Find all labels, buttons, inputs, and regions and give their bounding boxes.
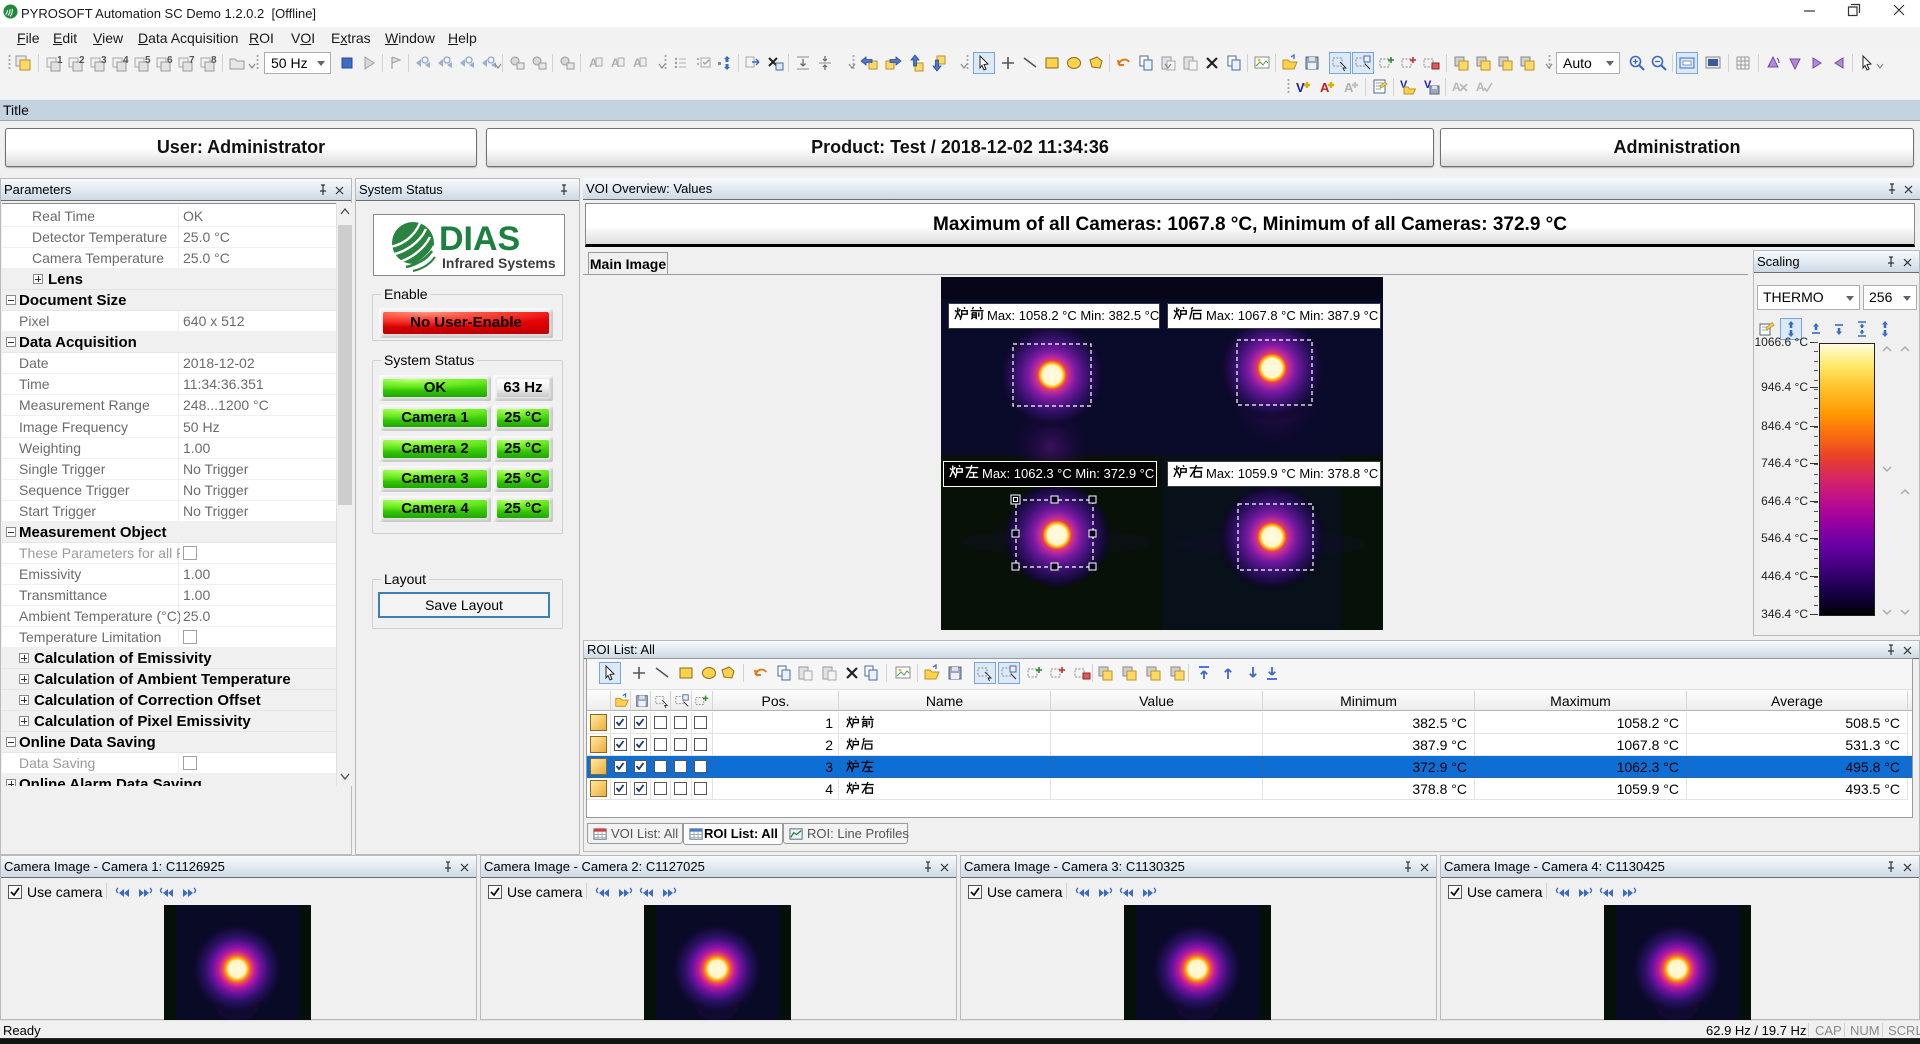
svg-text:7: 7 xyxy=(189,55,195,66)
svg-text:Infrared Systems: Infrared Systems xyxy=(442,255,556,271)
svg-text:1: 1 xyxy=(57,55,63,66)
svg-text:4: 4 xyxy=(123,55,129,66)
svg-text:5: 5 xyxy=(145,55,151,66)
svg-text:DIAS: DIAS xyxy=(439,220,520,258)
svg-text:2: 2 xyxy=(79,55,85,66)
svg-text:6: 6 xyxy=(167,55,173,66)
svg-text:3: 3 xyxy=(101,55,107,66)
svg-text:8: 8 xyxy=(211,55,217,66)
